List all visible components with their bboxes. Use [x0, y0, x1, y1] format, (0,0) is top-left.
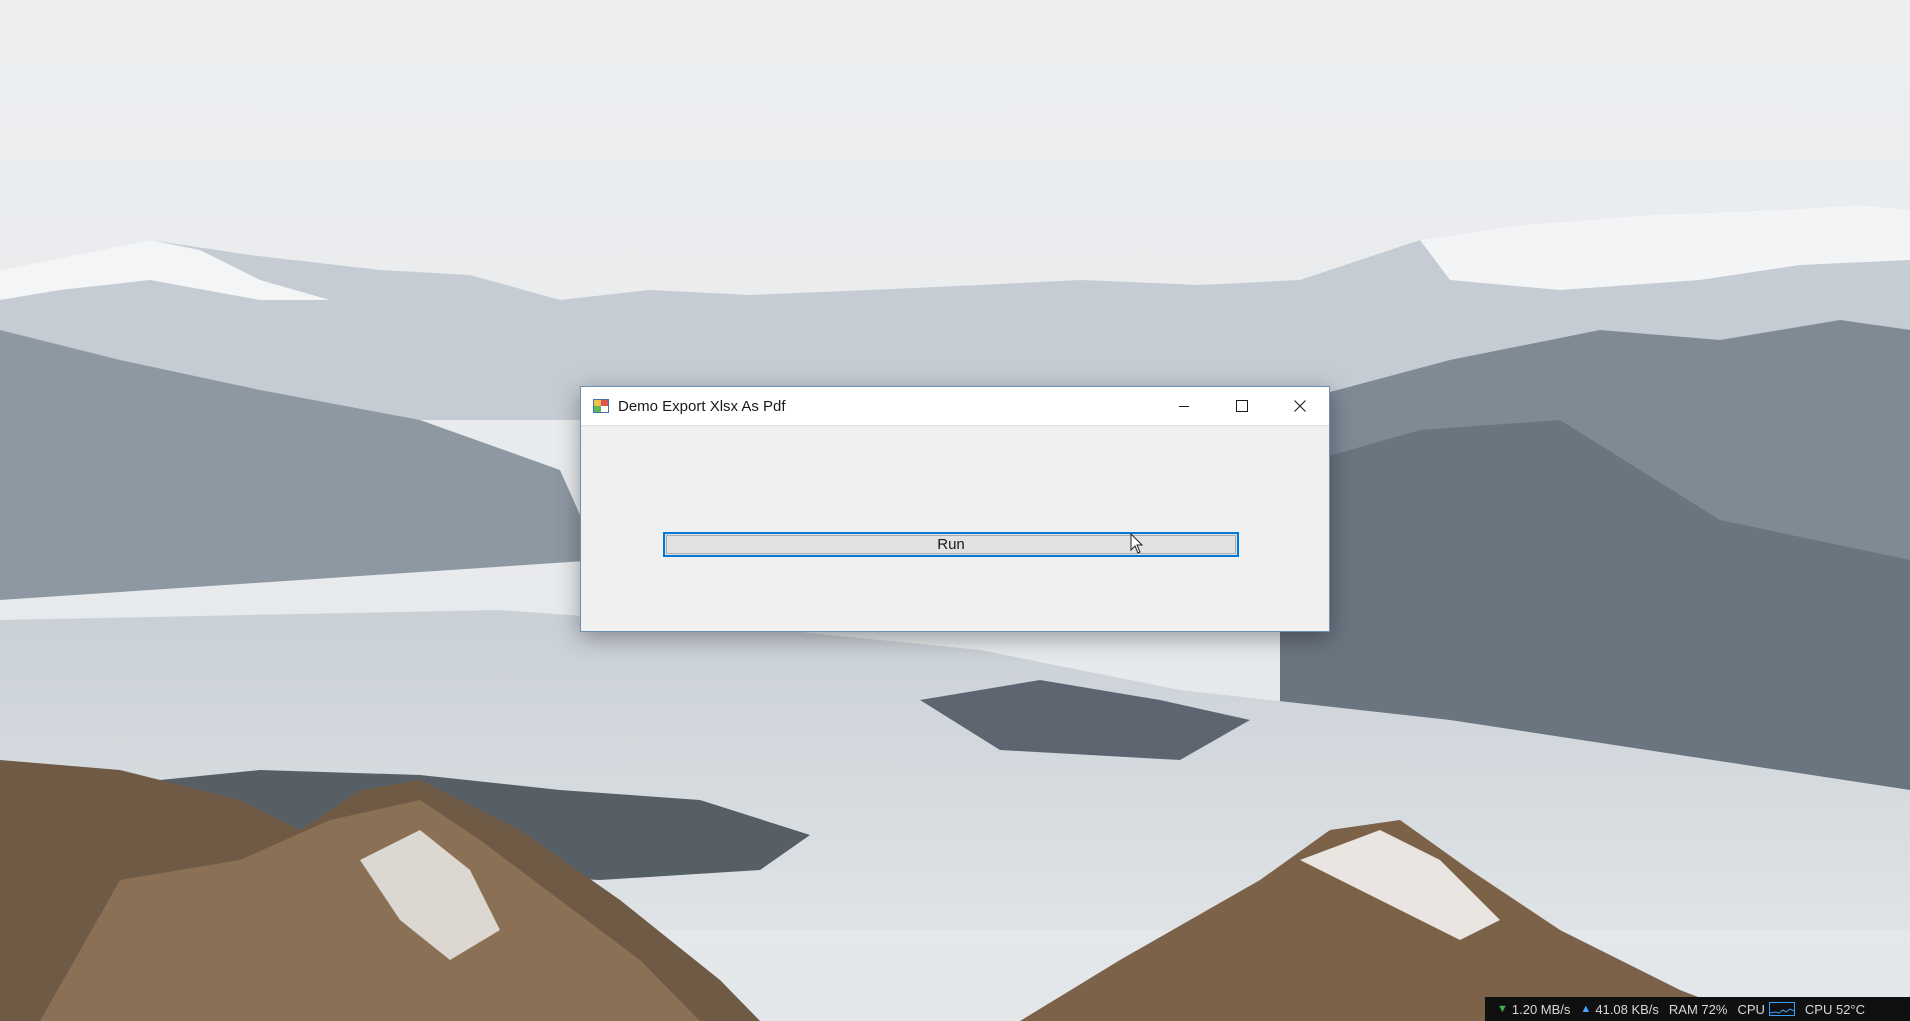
maximize-button[interactable] [1213, 387, 1271, 425]
close-icon [1294, 400, 1306, 412]
window-client-area: Run [581, 426, 1329, 632]
minimize-button[interactable] [1155, 387, 1213, 425]
minimize-icon [1179, 406, 1189, 407]
upload-speed: ▲ 41.08 KB/s [1580, 1002, 1659, 1017]
cpu-temperature: CPU 52°C [1804, 1001, 1866, 1017]
cpu-graph-icon [1768, 1002, 1795, 1016]
download-speed: ▼ 1.20 MB/s [1497, 1002, 1570, 1017]
cpu-usage: CPU [1737, 1001, 1795, 1017]
window-title: Demo Export Xlsx As Pdf [618, 397, 786, 415]
button-focus-border [666, 535, 1236, 554]
app-window: Demo Export Xlsx As Pdf Run [580, 386, 1330, 632]
upload-arrow-icon: ▲ [1580, 1003, 1592, 1015]
upload-speed-value: 41.08 KB/s [1595, 1001, 1659, 1017]
desktop: Demo Export Xlsx As Pdf Run ▼ 1.20 MB/s … [0, 0, 1910, 1021]
title-bar[interactable]: Demo Export Xlsx As Pdf [581, 387, 1329, 426]
maximize-icon [1236, 400, 1248, 412]
ram-usage: RAM 72% [1668, 1001, 1728, 1017]
run-button[interactable]: Run [663, 532, 1239, 557]
app-icon [593, 399, 609, 413]
download-arrow-icon: ▼ [1497, 1003, 1508, 1015]
mouse-pointer-icon [1130, 533, 1144, 554]
download-speed-value: 1.20 MB/s [1511, 1001, 1571, 1017]
caption-buttons [1155, 387, 1329, 425]
tray-system-monitor: ▼ 1.20 MB/s ▲ 41.08 KB/s RAM 72% CPU CPU… [1485, 997, 1910, 1021]
close-button[interactable] [1271, 387, 1329, 425]
cpu-label: CPU [1737, 1001, 1765, 1017]
